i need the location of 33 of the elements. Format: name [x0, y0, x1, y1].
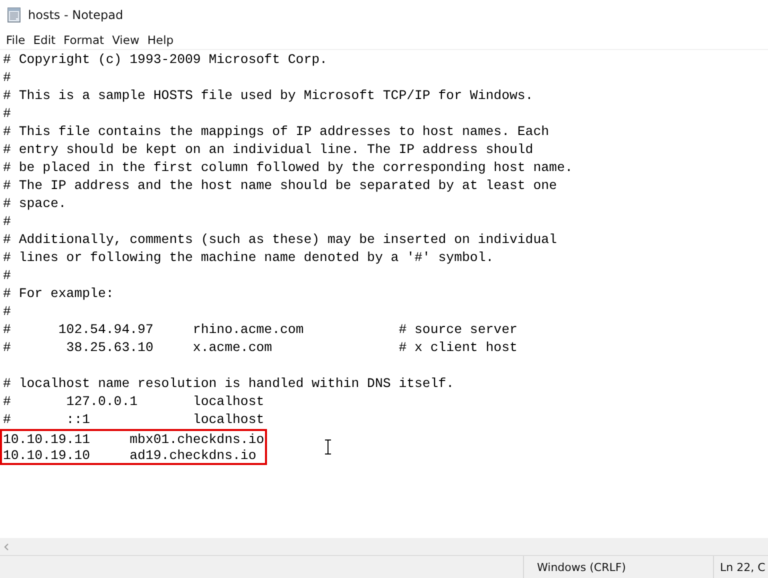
text-line: # — [2, 303, 12, 321]
text-line: # — [2, 105, 12, 123]
text-line: # — [2, 267, 12, 285]
text-line: # space. — [2, 195, 68, 213]
notepad-icon — [6, 7, 22, 23]
text-line: # lines or following the machine name denoted by a '#' symbol. — [2, 249, 495, 267]
menu-item[interactable]: Edit — [29, 32, 60, 46]
text-line: # This is a sample HOSTS file used by Microsoft TCP/IP for Windows. — [2, 87, 534, 105]
text-line: # ::1 localhost — [2, 411, 266, 429]
window-title: hosts - Notepad — [28, 8, 124, 22]
text-line: # 38.25.63.10 x.acme.com # x client host — [2, 339, 518, 357]
text-line: # This file contains the mappings of IP addresses to host names. Each — [2, 123, 550, 141]
menu-item[interactable]: Format — [60, 32, 108, 46]
status-text: Ln 22, C — [713, 556, 768, 578]
text-line: 10.10.19.10 ad19.checkdns.io — [2, 447, 258, 463]
menu-item[interactable]: Help — [143, 32, 178, 46]
text-line: # be placed in the first column followed by the corresponding host name. — [2, 159, 574, 177]
text-cursor-icon — [324, 439, 332, 455]
scroll-left-icon[interactable] — [3, 542, 11, 550]
text-line: # entry should be kept on an individual line. The IP address should — [2, 141, 534, 159]
text-line: # 127.0.0.1 localhost — [2, 393, 266, 411]
text-line: # Copyright (c) 1993-2009 Microsoft Corp. — [2, 51, 328, 69]
text-line: # For example: — [2, 285, 115, 303]
text-line: # localhost name resolution is handled within DNS itself. — [2, 375, 456, 393]
menu-item[interactable]: View — [108, 32, 144, 46]
menu-item[interactable]: File — [2, 32, 30, 46]
text-line: # The IP address and the host name should be separated by at least one — [2, 177, 558, 195]
text-line: # — [2, 213, 12, 231]
text-line: # — [2, 69, 12, 87]
status-text: Windows (CRLF) — [523, 556, 713, 578]
text-line: 10.10.19.11 mbx01.checkdns.io — [2, 431, 265, 447]
text-line: # Additionally, comments (such as these) may be inserted on individual — [2, 231, 558, 249]
text-line: # 102.54.94.97 rhino.acme.com # source server — [2, 321, 518, 339]
